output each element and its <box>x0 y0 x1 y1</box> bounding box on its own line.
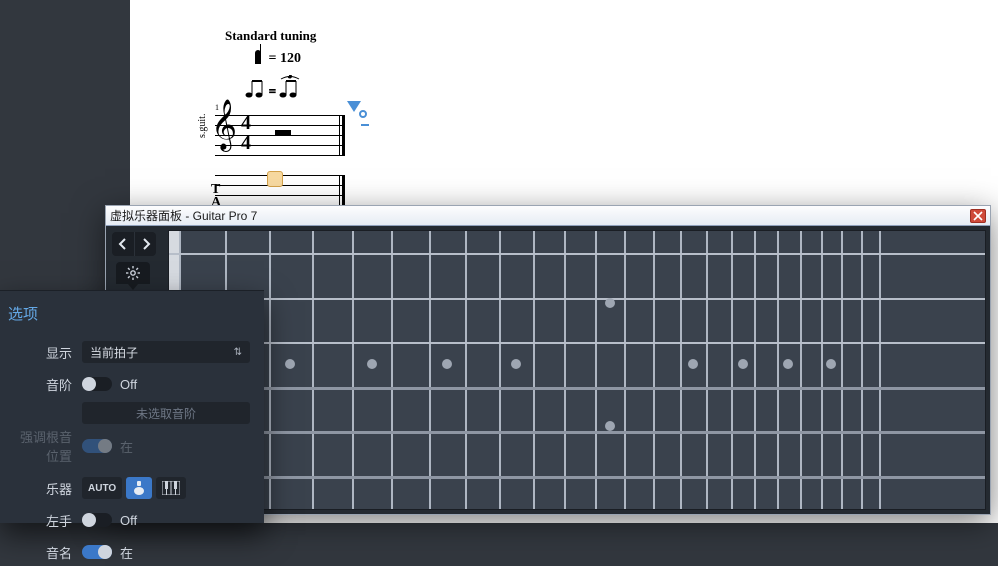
tempo-value: = 120 <box>269 51 301 66</box>
root-emphasis-label: 强调根音位置 <box>14 427 82 465</box>
display-mode-select[interactable]: 当前拍子 ⇅ <box>82 341 250 363</box>
chevron-updown-icon: ⇅ <box>234 347 242 358</box>
panel-titlebar[interactable]: 虚拟乐器面板 - Guitar Pro 7 <box>106 206 990 226</box>
svg-text:3: 3 <box>288 75 292 80</box>
fretboard-nav <box>112 232 156 256</box>
fret-scroll-left-button[interactable] <box>112 232 134 256</box>
options-title: 选项 <box>8 303 250 324</box>
swing-feel-marking: = 3 <box>243 75 345 101</box>
display-mode-value: 当前拍子 <box>90 344 138 361</box>
cursor-triangle-icon[interactable] <box>347 101 361 112</box>
instrument-auto-button[interactable]: AUTO <box>82 477 122 499</box>
panel-title-text: 虚拟乐器面板 - Guitar Pro 7 <box>110 207 257 224</box>
left-hand-label: 左手 <box>14 511 82 530</box>
instrument-label: 乐器 <box>14 479 82 498</box>
final-barline <box>339 115 345 155</box>
scale-label: 音阶 <box>14 375 82 394</box>
close-button[interactable] <box>970 209 986 223</box>
instrument-piano-button[interactable] <box>156 477 186 499</box>
scale-toggle[interactable] <box>82 377 112 391</box>
root-emphasis-state: 在 <box>120 437 133 456</box>
scale-select-disabled: 未选取音阶 <box>82 402 250 424</box>
score-content: s.guit. Standard tuning = 120 = 3 <box>215 28 345 227</box>
fret-scroll-right-button[interactable] <box>134 232 156 256</box>
svg-text:=: = <box>269 84 276 98</box>
standard-notation-staff[interactable]: 𝄞 44 1 <box>215 115 345 155</box>
note-name-label: 音名 <box>14 543 82 562</box>
bar-number: 1 <box>215 103 219 112</box>
tuning-label: Standard tuning <box>225 28 345 44</box>
guitar-fretboard[interactable] <box>168 230 986 510</box>
left-hand-toggle[interactable] <box>82 513 112 527</box>
left-hand-state: Off <box>120 513 137 528</box>
strings <box>169 231 985 509</box>
tempo-marking: = 120 <box>255 50 345 67</box>
display-label: 显示 <box>14 343 82 362</box>
quarter-note-icon <box>255 50 261 64</box>
root-emphasis-toggle <box>82 439 112 453</box>
whole-rest-icon <box>275 130 291 136</box>
edit-cursor[interactable] <box>267 171 283 187</box>
note-name-toggle[interactable] <box>82 545 112 559</box>
cursor-circle-icon <box>359 110 367 118</box>
fretboard-options-popover: 选项 显示 当前拍子 ⇅ 音阶 Off 未选取音阶 强调根音位置 在 乐器 AU… <box>0 290 264 523</box>
fretboard-options-button[interactable] <box>116 262 150 284</box>
instrument-guitar-button[interactable] <box>126 477 152 499</box>
cursor-dash-icon <box>361 124 369 126</box>
scale-state: Off <box>120 377 137 392</box>
playback-cursor-handle[interactable] <box>347 101 369 126</box>
track-label: s.guit. <box>197 114 208 138</box>
time-signature: 44 <box>241 113 251 153</box>
note-name-state: 在 <box>120 543 133 562</box>
